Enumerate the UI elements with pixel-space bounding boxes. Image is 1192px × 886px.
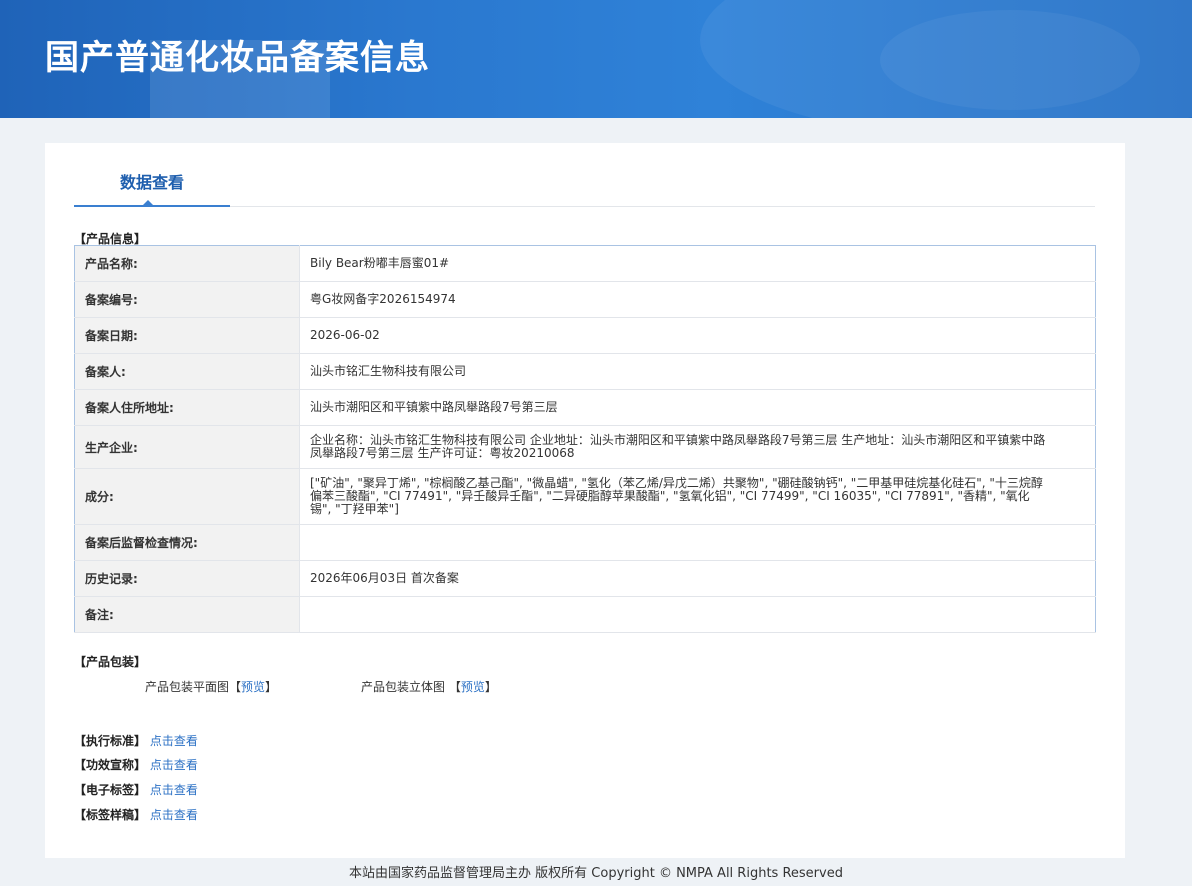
preview-solid-link[interactable]: 预览 bbox=[461, 680, 485, 694]
row-value-cell: ["矿油", "聚异丁烯", "棕榈酸乙基己酯", "微晶蜡", "氢化（苯乙烯… bbox=[299, 468, 1096, 525]
row-label: 生产企业: bbox=[74, 425, 300, 469]
footer-copyright: 本站由国家药品监督管理局主办 版权所有 Copyright © NMPA All… bbox=[349, 866, 843, 881]
row-value bbox=[299, 596, 1096, 633]
row-value: 粤G妆网备字2026154974 bbox=[299, 281, 1096, 318]
packaging-title: 【产品包装】 bbox=[74, 655, 147, 669]
row-label: 备案后监督检查情况: bbox=[74, 524, 300, 561]
row-label: 备注: bbox=[74, 596, 300, 633]
standard-label: 【执行标准】 bbox=[74, 734, 147, 748]
table-row: 历史记录: 2026年06月03日 首次备案 bbox=[74, 560, 1096, 597]
row-value bbox=[299, 524, 1096, 561]
tab-indicator-arrow bbox=[142, 200, 154, 206]
content-panel: 数据查看 【产品信息】 产品名称: Bily Bear粉嘟丰唇蜜01# 备案编号… bbox=[45, 143, 1125, 858]
table-row: 成分: ["矿油", "聚异丁烯", "棕榈酸乙基己酯", "微晶蜡", "氢化… bbox=[74, 468, 1096, 525]
table-row: 备案人: 汕头市铭汇生物科技有限公司 bbox=[74, 353, 1096, 390]
row-value-cell: 企业名称：汕头市铭汇生物科技有限公司 企业地址：汕头市潮阳区和平镇紫中路凤舉路段… bbox=[299, 425, 1096, 469]
preview-flat-link[interactable]: 预览 bbox=[241, 680, 265, 694]
table-row: 备注: bbox=[74, 596, 1096, 633]
packaging-flat-label: 产品包装平面图 bbox=[145, 680, 230, 694]
table-row: 备案后监督检查情况: bbox=[74, 524, 1096, 561]
efficacy-row: 【功效宣称】 点击查看 bbox=[74, 756, 198, 773]
row-value: 汕头市铭汇生物科技有限公司 bbox=[299, 353, 1096, 390]
row-value: Bily Bear粉嘟丰唇蜜01# bbox=[299, 245, 1096, 282]
header-banner: 国产普通化妆品备案信息 bbox=[0, 0, 1192, 118]
bracket: 【 bbox=[229, 680, 242, 694]
row-label: 备案编号: bbox=[74, 281, 300, 318]
label-sample-row: 【标签样稿】 点击查看 bbox=[74, 806, 198, 823]
view-efficacy-link[interactable]: 点击查看 bbox=[150, 758, 198, 772]
table-row: 备案日期: 2026-06-02 bbox=[74, 317, 1096, 354]
row-value: 企业名称：汕头市铭汇生物科技有限公司 企业地址：汕头市潮阳区和平镇紫中路凤舉路段… bbox=[310, 433, 1046, 460]
product-info-table: 产品名称: Bily Bear粉嘟丰唇蜜01# 备案编号: 粤G妆网备字2026… bbox=[74, 245, 1096, 633]
row-value: ["矿油", "聚异丁烯", "棕榈酸乙基己酯", "微晶蜡", "氢化（苯乙烯… bbox=[310, 476, 1043, 516]
page-title: 国产普通化妆品备案信息 bbox=[45, 38, 430, 78]
table-row: 备案编号: 粤G妆网备字2026154974 bbox=[74, 281, 1096, 318]
e-label-label: 【电子标签】 bbox=[74, 783, 147, 797]
view-e-label-link[interactable]: 点击查看 bbox=[150, 783, 198, 797]
row-label: 备案日期: bbox=[74, 317, 300, 354]
bracket: 】 bbox=[265, 680, 278, 694]
bracket: 【 bbox=[448, 680, 461, 694]
packaging-solid-label: 产品包装立体图 bbox=[361, 680, 446, 694]
standard-row: 【执行标准】 点击查看 bbox=[74, 732, 198, 749]
table-row: 备案人住所地址: 汕头市潮阳区和平镇紫中路凤舉路段7号第三层 bbox=[74, 389, 1096, 426]
view-label-sample-link[interactable]: 点击查看 bbox=[150, 808, 198, 822]
row-value: 2026-06-02 bbox=[299, 317, 1096, 354]
efficacy-label: 【功效宣称】 bbox=[74, 758, 147, 772]
bracket: 】 bbox=[484, 680, 497, 694]
tab-data-view[interactable]: 数据查看 bbox=[74, 143, 230, 207]
row-label: 备案人住所地址: bbox=[74, 389, 300, 426]
row-label: 产品名称: bbox=[74, 245, 300, 282]
tab-label: 数据查看 bbox=[119, 173, 184, 192]
table-row: 生产企业: 企业名称：汕头市铭汇生物科技有限公司 企业地址：汕头市潮阳区和平镇紫… bbox=[74, 425, 1096, 469]
label-sample-label: 【标签样稿】 bbox=[74, 808, 147, 822]
banner-decoration bbox=[880, 10, 1140, 110]
row-label: 备案人: bbox=[74, 353, 300, 390]
table-row: 产品名称: Bily Bear粉嘟丰唇蜜01# bbox=[74, 245, 1096, 282]
e-label-row: 【电子标签】 点击查看 bbox=[74, 781, 198, 798]
row-value: 2026年06月03日 首次备案 bbox=[299, 560, 1096, 597]
packaging-solid: 产品包装立体图 【预览】 bbox=[361, 678, 497, 695]
row-label: 历史记录: bbox=[74, 560, 300, 597]
packaging-flat: 产品包装平面图【预览】 bbox=[145, 678, 277, 695]
view-standard-link[interactable]: 点击查看 bbox=[150, 734, 198, 748]
row-label: 成分: bbox=[74, 468, 300, 525]
tab-bar: 数据查看 bbox=[74, 143, 1095, 207]
row-value: 汕头市潮阳区和平镇紫中路凤舉路段7号第三层 bbox=[299, 389, 1096, 426]
